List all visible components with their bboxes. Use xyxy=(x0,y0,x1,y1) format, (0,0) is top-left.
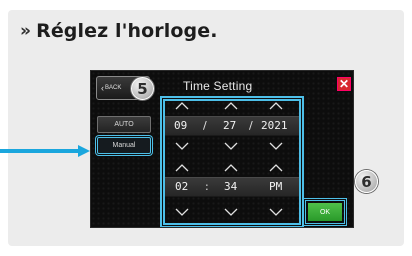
step-heading: » Réglez l'horloge. xyxy=(20,20,218,42)
pointer-arrow xyxy=(0,145,90,157)
auto-mode-button[interactable]: AUTO xyxy=(97,116,151,133)
screen-title: Time Setting xyxy=(183,79,253,93)
manual-mode-button[interactable]: Manual xyxy=(97,137,151,154)
manual-label: Manual xyxy=(112,142,136,149)
ok-button[interactable]: OK xyxy=(308,203,342,221)
close-icon: ✕ xyxy=(338,77,350,91)
double-chevron-marker: » xyxy=(20,21,32,41)
callout-badge-5: 5 xyxy=(131,77,154,100)
auto-label: AUTO xyxy=(114,121,134,128)
time-setting-screen: ‹ BACK Time Setting ✕ AUTO Manual 09 / 2… xyxy=(90,70,354,228)
picker-highlight-frame xyxy=(163,99,301,225)
ok-label: OK xyxy=(319,208,331,216)
callout-badge-6: 6 xyxy=(355,170,378,193)
back-label: BACK xyxy=(105,85,122,91)
close-button[interactable]: ✕ xyxy=(337,77,351,91)
heading-text: Réglez l'horloge. xyxy=(36,20,218,42)
back-chevron-icon: ‹ xyxy=(101,82,104,93)
